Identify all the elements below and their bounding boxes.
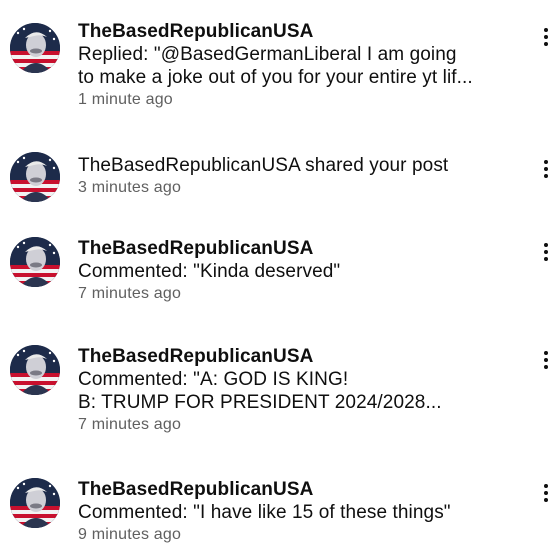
- notification-username: TheBasedRepublicanUSA: [78, 21, 314, 42]
- notification-username: TheBasedRepublicanUSA: [78, 238, 314, 259]
- more-options-icon[interactable]: [540, 158, 552, 180]
- notification-item[interactable]: TheBasedRepublicanUSA Commented: "I have…: [0, 478, 560, 550]
- avatar[interactable]: [10, 237, 60, 287]
- notification-text: Commented: "Kinda deserved": [78, 261, 341, 282]
- notification-timestamp: 9 minutes ago: [78, 526, 182, 543]
- notification-text-continued: to make a joke out of you for your entir…: [78, 67, 473, 88]
- notification-username: TheBasedRepublicanUSA: [78, 346, 314, 367]
- notification-item[interactable]: TheBasedRepublicanUSA shared your post 3…: [0, 152, 560, 204]
- avatar[interactable]: [10, 152, 60, 202]
- notification-item[interactable]: TheBasedRepublicanUSA Commented: "Kinda …: [0, 237, 560, 309]
- more-options-icon[interactable]: [540, 241, 552, 263]
- more-options-icon[interactable]: [540, 349, 552, 371]
- more-options-icon[interactable]: [540, 482, 552, 504]
- avatar[interactable]: [10, 345, 60, 395]
- avatar[interactable]: [10, 478, 60, 528]
- notification-username: TheBasedRepublicanUSA: [78, 479, 314, 500]
- notification-text: Commented: "A: GOD IS KING!: [78, 369, 349, 390]
- notification-text: TheBasedRepublicanUSA shared your post: [78, 155, 449, 176]
- notification-item[interactable]: TheBasedRepublicanUSA Commented: "A: GOD…: [0, 345, 560, 440]
- notification-timestamp: 7 minutes ago: [78, 416, 182, 433]
- notification-timestamp: 3 minutes ago: [78, 179, 182, 196]
- notification-item[interactable]: TheBasedRepublicanUSA Replied: "@BasedGe…: [0, 20, 560, 120]
- avatar[interactable]: [10, 23, 60, 73]
- notification-text: Replied: "@BasedGermanLiberal I am going: [78, 44, 457, 65]
- notification-timestamp: 1 minute ago: [78, 91, 173, 108]
- notification-text-continued: B: TRUMP FOR PRESIDENT 2024/2028...: [78, 392, 442, 413]
- notification-text: Commented: "I have like 15 of these thin…: [78, 502, 451, 523]
- more-options-icon[interactable]: [540, 26, 552, 48]
- notification-timestamp: 7 minutes ago: [78, 285, 182, 302]
